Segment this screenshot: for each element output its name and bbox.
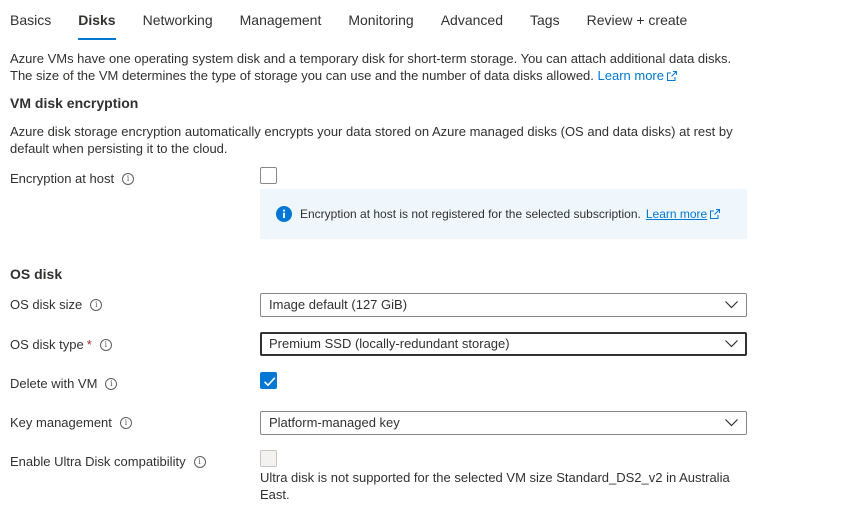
intro-text: Azure VMs have one operating system disk… (10, 50, 770, 84)
info-circle-icon[interactable]: i (119, 417, 132, 429)
intro-line-1: Azure VMs have one operating system disk… (10, 51, 732, 66)
os-disk-type-dropdown[interactable]: Premium SSD (locally-redundant storage) (260, 332, 747, 356)
ultra-disk-checkbox[interactable] (260, 450, 277, 467)
ultra-disk-note: Ultra disk is not supported for the sele… (260, 470, 730, 502)
chevron-down-icon (725, 419, 738, 427)
os-disk-type-value: Premium SSD (locally-redundant storage) (269, 336, 510, 351)
tab-disks[interactable]: Disks (78, 0, 116, 40)
key-management-value: Platform-managed key (269, 415, 400, 430)
encryption-heading: VM disk encryption (10, 95, 139, 111)
ultra-disk-label: Enable Ultra Disk compatibility i (10, 452, 206, 472)
os-disk-type-label: OS disk type * i (10, 335, 112, 355)
chevron-down-icon (725, 301, 738, 309)
key-management-label: Key management i (10, 413, 132, 433)
banner-learn-more-link[interactable]: Learn more (646, 207, 721, 221)
key-management-dropdown[interactable]: Platform-managed key (260, 411, 747, 435)
tab-advanced[interactable]: Advanced (441, 0, 503, 40)
external-link-icon (667, 71, 677, 81)
info-circle-icon[interactable]: i (99, 339, 112, 351)
info-circle-icon[interactable]: i (105, 378, 118, 390)
tab-networking[interactable]: Networking (143, 0, 213, 40)
info-circle-icon[interactable]: i (122, 173, 135, 185)
tab-review-create[interactable]: Review + create (587, 0, 688, 40)
encryption-at-host-label: Encryption at host i (10, 169, 135, 189)
tab-tags[interactable]: Tags (530, 0, 560, 40)
tab-monitoring[interactable]: Monitoring (348, 0, 413, 40)
tab-basics[interactable]: Basics (10, 0, 51, 40)
info-filled-icon (276, 206, 292, 222)
chevron-down-icon (725, 340, 738, 348)
tab-bar: Basics Disks Networking Management Monit… (10, 0, 714, 40)
intro-learn-more-link[interactable]: Learn more (598, 68, 677, 83)
delete-with-vm-checkbox[interactable] (260, 372, 277, 389)
os-disk-size-value: Image default (127 GiB) (269, 297, 408, 312)
encryption-at-host-checkbox[interactable] (260, 167, 277, 184)
os-disk-size-dropdown[interactable]: Image default (127 GiB) (260, 293, 747, 317)
os-disk-heading: OS disk (10, 266, 63, 282)
info-circle-icon[interactable]: i (90, 299, 103, 311)
checkmark-icon (263, 377, 276, 387)
external-link-icon (710, 209, 721, 219)
tab-management[interactable]: Management (240, 0, 322, 40)
delete-with-vm-label: Delete with VM i (10, 374, 118, 394)
os-disk-size-label: OS disk size i (10, 295, 103, 315)
intro-line-2: The size of the VM determines the type o… (10, 67, 770, 84)
info-banner: Encryption at host is not registered for… (260, 189, 747, 239)
required-marker: * (86, 337, 92, 352)
encryption-description: Azure disk storage encryption automatica… (10, 124, 733, 156)
info-circle-icon[interactable]: i (193, 456, 206, 468)
banner-message: Encryption at host is not registered for… (300, 207, 641, 221)
